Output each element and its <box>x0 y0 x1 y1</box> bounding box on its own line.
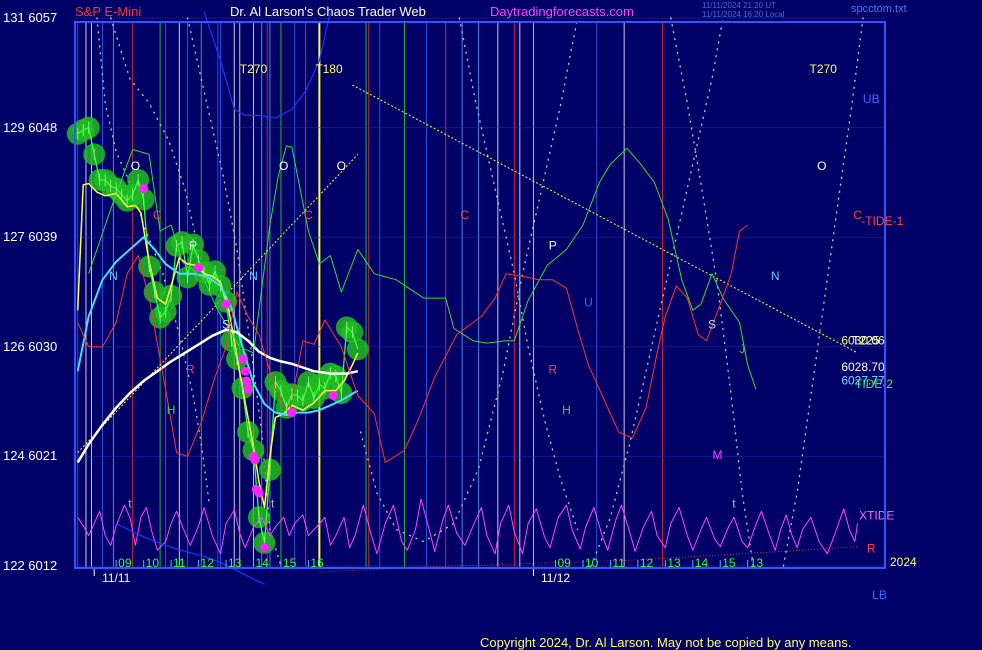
series-tide2 <box>88 145 757 390</box>
magenta-dot-2 <box>242 376 252 386</box>
magenta-dot-10 <box>221 299 231 309</box>
chart-label-33: J <box>739 342 745 356</box>
chart-label-1: T180 <box>315 62 343 76</box>
chart-label-7: R <box>867 542 876 556</box>
y-label-1: 129 6048 <box>3 119 58 135</box>
series-lines <box>76 11 858 585</box>
y-label-3: 126 6030 <box>3 338 58 354</box>
dotted-curve-5 <box>590 17 724 567</box>
chart-label-28: U <box>584 296 593 310</box>
chart-label-14: O <box>279 159 288 173</box>
chart-label-30: R <box>548 363 557 377</box>
chart-label-19: C <box>461 208 470 222</box>
site-link[interactable]: Daytradingforecasts.com <box>490 4 634 19</box>
series-lb <box>115 522 265 585</box>
date-label-1: 11/12 <box>541 571 570 585</box>
date-label-0: 11/11 <box>102 571 131 585</box>
chart-label-0: T270 <box>240 62 268 76</box>
y-label-5: 122 6012 <box>3 558 58 573</box>
magenta-dot-11 <box>139 183 149 193</box>
chart-label-34: M <box>713 448 723 462</box>
chart-label-4: -TIDE-1 <box>861 214 903 228</box>
site-title: Dr. Al Larson's Chaos Trader Web <box>230 4 426 19</box>
y-label-4: 124 6021 <box>3 448 58 464</box>
chart-label-31: H <box>167 403 176 417</box>
year-label: 2024 <box>890 555 917 569</box>
filename-label: spcctom.txt <box>851 3 907 15</box>
horizontal-grid <box>75 17 885 567</box>
magenta-dot-5 <box>250 455 260 465</box>
chart-label-35: t <box>128 497 132 511</box>
magenta-dot-1 <box>240 366 250 376</box>
price-glow-51 <box>346 338 369 361</box>
magenta-dot-0 <box>237 354 247 364</box>
dotted-curve-7 <box>782 17 864 567</box>
symbol-label: S&P E-Mini <box>75 4 142 19</box>
copyright-text: Copyright 2024, Dr. Al Larson. May not b… <box>480 635 852 650</box>
chart-label-18: C <box>304 208 313 222</box>
chart-label-17: C <box>153 208 162 222</box>
chart-label-2: T270 <box>810 62 838 76</box>
magenta-dot-3 <box>243 384 253 394</box>
y-label-0: 131 6057 <box>3 10 58 25</box>
y-label-2: 127 6039 <box>3 229 58 245</box>
chart-label-22: P <box>549 238 557 252</box>
plot-frame <box>74 21 886 569</box>
magenta-dot-8 <box>259 543 269 553</box>
chaos-chart: T270 T180 T270UB-TIDE-1TIDE-2XTIDER6030.06… <box>66 11 917 602</box>
chart-label-6: XTIDE <box>859 509 894 523</box>
chart-label-15: O <box>337 159 346 173</box>
magenta-dot-13 <box>328 391 338 401</box>
chart-label-29: R <box>186 363 195 377</box>
series-xtide <box>77 498 858 555</box>
chart-label-9: T225 <box>852 333 880 347</box>
magenta-dot-9 <box>194 263 204 273</box>
chart-label-27: S <box>708 318 716 332</box>
chart-label-16: O <box>817 159 826 173</box>
chart-label-25: N <box>771 269 780 283</box>
chart-label-12: LB <box>872 588 887 602</box>
chart-label-26: S <box>222 318 230 332</box>
magenta-dot-12 <box>287 408 297 418</box>
chart-label-20: C <box>853 208 862 222</box>
chart-label-24: N <box>249 269 258 283</box>
timestamp-ut: 11/11/2024 21:20 UT <box>702 1 776 10</box>
timestamp-local: 11/11/2024 16:20 Local <box>702 10 785 19</box>
chart-label-36: t <box>271 497 275 511</box>
dotted-curve-4 <box>458 17 579 531</box>
chart-label-11: 6027.77 <box>841 374 885 388</box>
chart-label-32: H <box>562 403 571 417</box>
chart-label-13: O <box>131 159 140 173</box>
chart-label-37: t <box>732 497 736 511</box>
chart-label-10: 6028.70 <box>841 360 885 374</box>
chart-label-23: N <box>109 269 118 283</box>
chart-label-21: P <box>189 238 197 252</box>
chart-label-3: UB <box>863 92 880 106</box>
dotted-curve-6 <box>670 17 754 567</box>
magenta-dot-7 <box>254 488 264 498</box>
trend-line-1 <box>352 84 858 354</box>
